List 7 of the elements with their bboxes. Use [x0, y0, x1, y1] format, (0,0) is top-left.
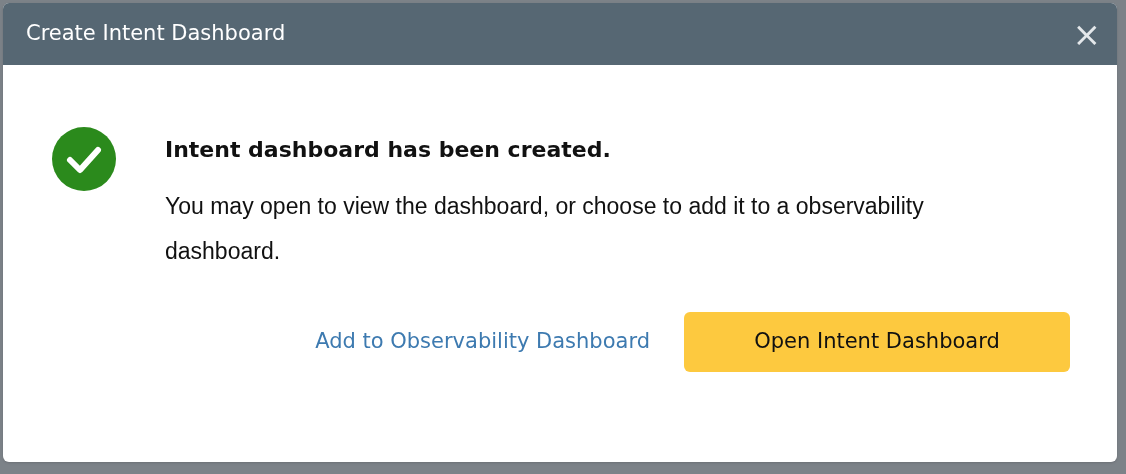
close-button[interactable]: ×: [1072, 17, 1101, 51]
dialog-title: Create Intent Dashboard: [26, 20, 286, 48]
dialog-heading: Intent dashboard has been created.: [165, 136, 612, 164]
open-button[interactable]: Open Intent Dashboard: [684, 312, 1070, 372]
dialog-message: You may open to view the dashboard, or choose to add it to a observability dashboard.: [165, 192, 925, 266]
add-link[interactable]: Add to Observability Dashboard: [315, 326, 650, 358]
success-check-icon: [51, 126, 117, 192]
